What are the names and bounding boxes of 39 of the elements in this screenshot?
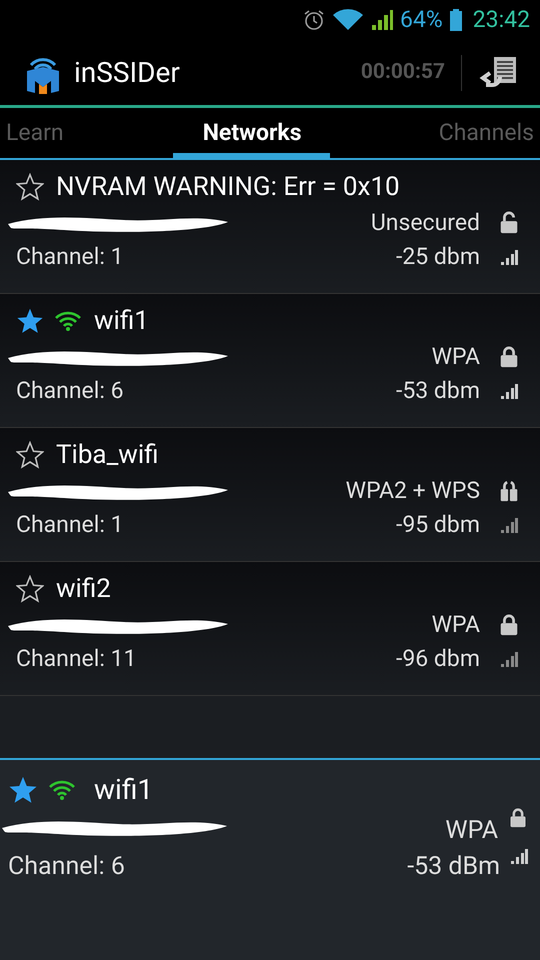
wifi-icon <box>332 8 364 32</box>
star-icon[interactable] <box>16 575 44 603</box>
network-row[interactable]: wifi1 WPA Channel: 6 -53 dbm <box>0 294 540 428</box>
security-type: WPA2 + WPS <box>346 476 480 506</box>
star-icon[interactable] <box>16 307 44 335</box>
network-name: wifi2 <box>56 572 111 606</box>
battery-icon <box>448 8 463 32</box>
channel-label: Channel: 6 <box>16 376 124 406</box>
network-name: wifi1 <box>94 772 154 808</box>
network-name: wifi1 <box>94 304 149 338</box>
battery-percent: 64% <box>400 4 443 35</box>
security-type: WPA <box>445 815 498 847</box>
app-title: inSSIDer <box>74 54 180 90</box>
timer: 00:00:57 <box>360 58 445 86</box>
network-row[interactable]: Tiba_wifi WPA2 + WPS Channel: 1 -95 dbm <box>0 428 540 562</box>
clock: 23:42 <box>472 4 530 35</box>
security-type: WPA <box>432 342 480 372</box>
network-name: Tiba_wifi <box>56 438 159 472</box>
channel-label: Channel: 11 <box>16 644 136 674</box>
channel-label: Channel: 6 <box>8 851 125 883</box>
star-icon[interactable] <box>8 775 38 805</box>
network-name: NVRAM WARNING: Err = 0x10 <box>56 170 400 204</box>
channel-label: Channel: 1 <box>16 510 124 540</box>
star-icon[interactable] <box>16 441 44 469</box>
signal-reading: -53 dBm <box>407 851 500 883</box>
signal-reading: -53 dbm <box>396 376 480 406</box>
security-type: Unsecured <box>370 208 480 238</box>
network-row[interactable]: wifi2 WPA Channel: 11 -96 dbm <box>0 562 540 696</box>
alarm-icon <box>302 8 326 32</box>
network-row[interactable]: NVRAM WARNING: Err = 0x10 Unsecured Channel: 1 -25 dbm <box>0 160 540 294</box>
signal-reading: -96 dbm <box>396 644 480 674</box>
signal-strength-icon <box>510 848 528 864</box>
channel-label: Channel: 1 <box>16 242 124 272</box>
signal-reading: -25 dbm <box>396 242 480 272</box>
star-icon[interactable] <box>16 173 44 201</box>
security-type: WPA <box>432 610 480 640</box>
lock-icon <box>508 808 528 828</box>
signal-icon <box>370 8 394 32</box>
signal-reading: -95 dbm <box>396 510 480 540</box>
